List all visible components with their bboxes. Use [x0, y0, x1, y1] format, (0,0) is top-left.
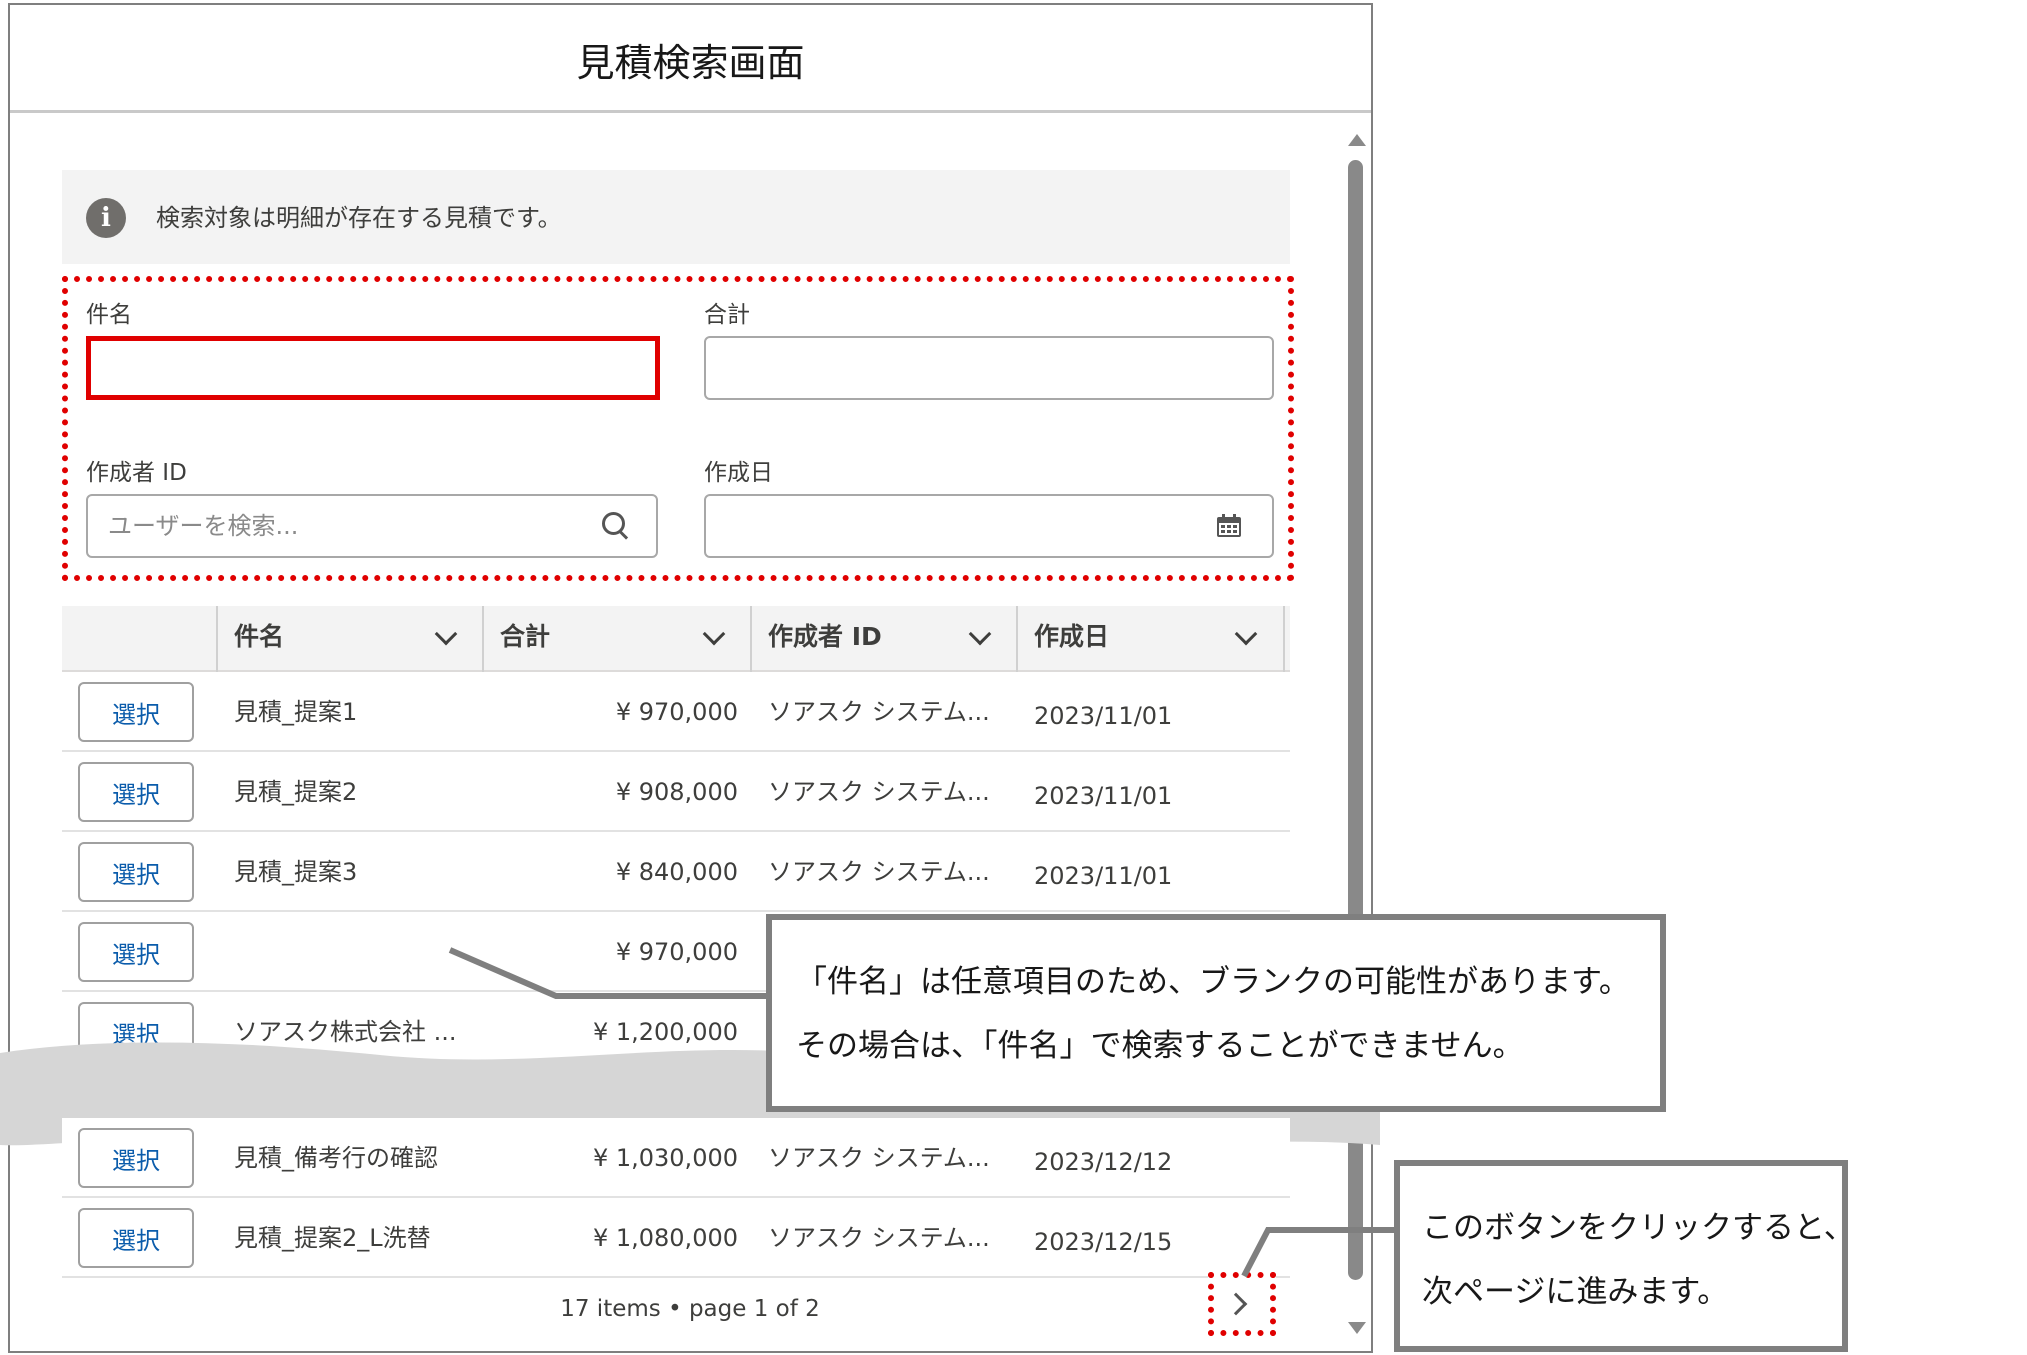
row-creator[interactable]: ソアスク システム... [768, 1222, 990, 1254]
row-subject: 見積_提案2_L洗替 [234, 1224, 431, 1252]
scroll-up-arrow-icon[interactable] [1344, 130, 1370, 152]
row-total: ¥ 1,080,000 [592, 1224, 738, 1252]
row-created-date: 2023/11/01 [1034, 782, 1173, 810]
calendar-icon[interactable] [1216, 514, 1242, 538]
column-divider [216, 606, 218, 672]
column-header-total[interactable]: 合計 [500, 622, 550, 652]
row-created-date: 2023/12/12 [1034, 1148, 1173, 1176]
column-header-creator-id[interactable]: 作成者 ID [768, 622, 882, 652]
search-icon[interactable] [600, 510, 632, 542]
subject-note-line1: 「件名」は任意項目のため、ブランクの可能性があります。 [796, 964, 1630, 1000]
row-created-date: 2023/11/01 [1034, 702, 1173, 730]
created-date-label: 作成日 [704, 460, 773, 486]
select-button[interactable]: 選択 [78, 682, 194, 742]
chevron-down-icon[interactable] [1232, 624, 1260, 652]
column-divider [1016, 606, 1018, 672]
info-message: 検索対象は明細が存在する見積です。 [156, 204, 562, 232]
modal-header: 見積検索画面 [10, 5, 1371, 113]
select-button[interactable]: 選択 [78, 842, 194, 902]
subject-label: 件名 [86, 302, 132, 328]
select-button[interactable]: 選択 [78, 1208, 194, 1268]
row-creator[interactable]: ソアスク システム... [768, 696, 990, 728]
column-header-created-date[interactable]: 作成日 [1034, 622, 1109, 652]
row-creator[interactable]: ソアスク システム... [768, 1142, 990, 1174]
next-page-note-line1: このボタンをクリックすると、 [1422, 1210, 1855, 1246]
row-creator[interactable]: ソアスク システム... [768, 776, 990, 808]
column-divider [750, 606, 752, 672]
row-total: ¥ 840,000 [615, 858, 738, 886]
row-subject: 見積_提案2 [234, 778, 358, 806]
creator-id-search-input[interactable] [86, 494, 658, 558]
pagination-info: 17 items • page 1 of 2 [560, 1296, 820, 1322]
info-icon: i [86, 198, 126, 238]
chevron-down-icon[interactable] [432, 624, 460, 652]
row-subject: 見積_提案3 [234, 858, 358, 886]
modal-title: 見積検索画面 [576, 40, 805, 85]
row-total: ¥ 1,030,000 [592, 1144, 738, 1172]
scroll-down-arrow-icon[interactable] [1344, 1318, 1370, 1340]
created-date-input[interactable] [704, 494, 1274, 558]
creator-id-label: 作成者 ID [86, 460, 187, 486]
row-created-date: 2023/12/15 [1034, 1228, 1173, 1256]
row-subject: 見積_提案1 [234, 698, 358, 726]
select-button[interactable]: 選択 [78, 922, 194, 982]
total-input[interactable] [704, 336, 1274, 400]
column-header-subject[interactable]: 件名 [234, 622, 284, 652]
select-button[interactable]: 選択 [78, 1128, 194, 1188]
subject-input[interactable] [86, 336, 660, 400]
row-total: ¥ 970,000 [615, 938, 738, 966]
row-subject: 見積_備考行の確認 [234, 1144, 438, 1172]
select-button[interactable]: 選択 [78, 762, 194, 822]
row-created-date: 2023/11/01 [1034, 862, 1173, 890]
subject-note-line2: その場合は、「件名」で検索することができません。 [796, 1028, 1524, 1064]
column-divider [1283, 606, 1285, 672]
next-page-button[interactable] [1208, 1272, 1276, 1336]
column-divider [482, 606, 484, 672]
row-total: ¥ 970,000 [615, 698, 738, 726]
row-creator[interactable]: ソアスク システム... [768, 856, 990, 888]
total-label: 合計 [704, 302, 750, 328]
next-page-note-line2: 次ページに進みます。 [1422, 1274, 1729, 1310]
row-total: ¥ 908,000 [615, 778, 738, 806]
chevron-down-icon[interactable] [700, 624, 728, 652]
chevron-down-icon[interactable] [966, 624, 994, 652]
